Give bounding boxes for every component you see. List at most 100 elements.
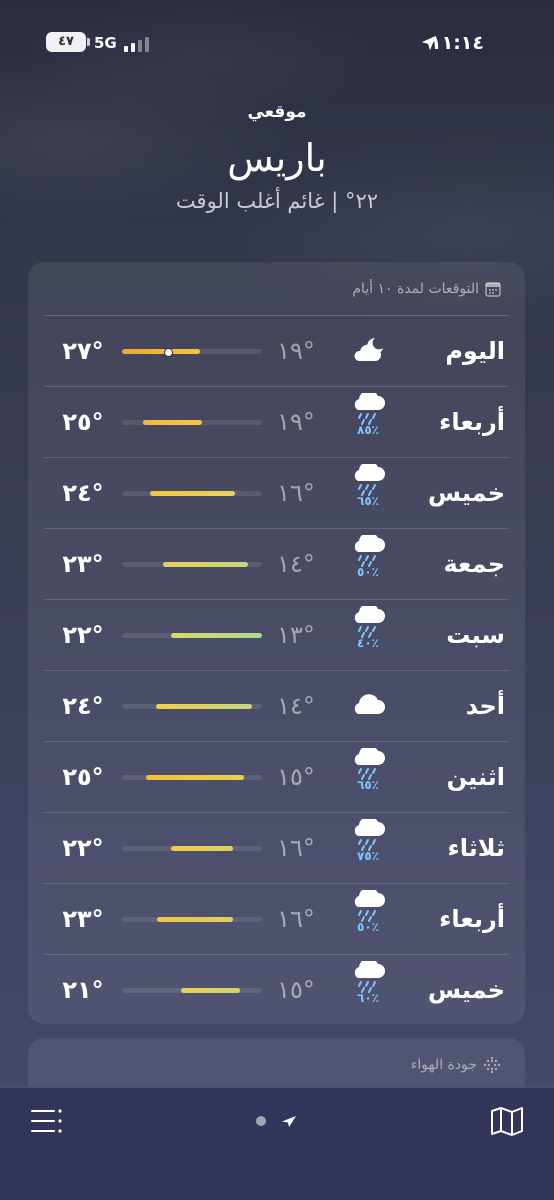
low-temp: ١٦° <box>277 905 315 933</box>
temperature-range-bar <box>122 917 262 922</box>
air-quality-icon <box>483 1056 501 1074</box>
air-quality-header: جودة الهواء <box>411 1050 501 1080</box>
high-temp: ٢٤° <box>62 692 104 720</box>
cloud-icon <box>346 691 390 749</box>
forecast-row[interactable]: أربعاء ٨٥٪ ١٩° ٢٥° <box>44 387 509 458</box>
high-temp: ٢٥° <box>62 763 104 791</box>
page-indicator[interactable] <box>254 1114 300 1128</box>
temperature-range-fill <box>162 562 248 567</box>
high-temp: ٢٧° <box>62 337 104 365</box>
high-temp: ٢١° <box>62 976 104 1004</box>
high-temp: ٢٢° <box>62 834 104 862</box>
precipitation-chance: ٦٠٪ <box>357 991 379 1005</box>
high-temp: ٢٣° <box>62 550 104 578</box>
forecast-day: جمعة <box>443 550 506 578</box>
forecast-rows: اليوم ١٩° ٢٧° أربعاء ٨٥٪ ١٩° ٢٥° خميس ٦٥٪ ١٦° ٢٤° ج… <box>28 316 525 1025</box>
temperature-range-bar <box>122 420 262 425</box>
temperature-range-bar <box>122 562 262 567</box>
low-temp: ١٥° <box>277 763 315 791</box>
temperature-range-bar <box>122 491 262 496</box>
temperature-range-fill <box>180 988 240 993</box>
temperature-range-fill <box>155 704 253 709</box>
temperature-range-bar <box>122 348 262 357</box>
forecast-day: ثلاثاء <box>447 834 505 862</box>
low-temp: ١٩° <box>277 408 315 436</box>
forecast-day: اليوم <box>445 337 505 365</box>
rain-cloud-icon: ٥٠٪ <box>346 890 390 948</box>
high-temp: ٢٤° <box>62 479 104 507</box>
status-bar: ٤٧ 5G ١١:١٤ <box>0 28 554 58</box>
temperature-range-fill <box>157 917 233 922</box>
forecast-row[interactable]: ثلاثاء ٧٥٪ ١٦° ٢٢° <box>44 813 509 884</box>
rain-cloud-icon: ٦٠٪ <box>346 961 390 1019</box>
signal-icon <box>124 36 158 52</box>
rain-cloud-icon: ٨٥٪ <box>346 393 390 451</box>
forecast-day: اثنين <box>446 763 505 791</box>
forecast-row[interactable]: جمعة ٥٠٪ ١٤° ٢٣° <box>44 529 509 600</box>
temperature-range-fill <box>150 491 236 496</box>
forecast-title: التوقعات لمدة ١٠ أيام <box>352 281 479 297</box>
forecast-day: خميس <box>427 976 505 1004</box>
rain-cloud-icon: ٦٥٪ <box>346 748 390 806</box>
low-temp: ١٣° <box>277 621 315 649</box>
forecast-row[interactable]: أربعاء ٥٠٪ ١٦° ٢٣° <box>44 884 509 955</box>
ten-day-forecast-card[interactable]: التوقعات لمدة ١٠ أيام اليوم ١٩° ٢٧° أربعاء ٨… <box>28 262 525 1024</box>
forecast-day: أربعاء <box>439 905 505 933</box>
temperature-range-bar <box>122 988 262 993</box>
forecast-day: سبت <box>446 621 505 649</box>
temperature-range-bar <box>122 704 262 709</box>
low-temp: ١٤° <box>277 550 315 578</box>
rain-cloud-icon: ٧٥٪ <box>346 819 390 877</box>
partly-cloudy-night-icon <box>346 336 390 394</box>
high-temp: ٢٥° <box>62 408 104 436</box>
temperature-range-fill <box>122 349 201 354</box>
current-conditions: ٢٢° | غائم أغلب الوقت <box>175 189 379 213</box>
current-temp-dot <box>164 348 174 357</box>
precipitation-chance: ٤٠٪ <box>357 636 379 650</box>
forecast-row[interactable]: أحد ١٤° ٢٤° <box>44 671 509 742</box>
rain-cloud-icon: ٤٠٪ <box>346 606 390 664</box>
location-label: موقعي <box>247 102 307 122</box>
precipitation-chance: ٦٥٪ <box>357 778 379 792</box>
forecast-day: أربعاء <box>439 408 505 436</box>
precipitation-chance: ٦٥٪ <box>357 494 379 508</box>
precipitation-chance: ٧٥٪ <box>357 849 379 863</box>
low-temp: ١٩° <box>277 337 315 365</box>
network-type: 5G <box>94 34 117 52</box>
battery-indicator: ٤٧ <box>46 32 90 52</box>
location-header: موقعي باريس ٢٢° | غائم أغلب الوقت <box>0 98 554 216</box>
rain-cloud-icon: ٦٥٪ <box>346 464 390 522</box>
temperature-range-bar <box>122 633 262 638</box>
list-icon[interactable] <box>30 1108 64 1134</box>
forecast-day: خميس <box>427 479 505 507</box>
forecast-day: أحد <box>465 692 505 720</box>
low-temp: ١٤° <box>277 692 315 720</box>
calendar-icon <box>485 282 501 297</box>
bottom-toolbar <box>0 1087 554 1200</box>
temperature-range-fill <box>171 633 262 638</box>
temperature-range-bar <box>122 846 262 851</box>
precipitation-chance: ٨٥٪ <box>357 423 379 437</box>
precipitation-chance: ٥٠٪ <box>357 920 379 934</box>
low-temp: ١٦° <box>277 834 315 862</box>
forecast-row[interactable]: سبت ٤٠٪ ١٣° ٢٢° <box>44 600 509 671</box>
clock: ١١:١٤ <box>430 32 484 54</box>
rain-cloud-icon: ٥٠٪ <box>346 535 390 593</box>
forecast-row[interactable]: اليوم ١٩° ٢٧° <box>44 316 509 387</box>
precipitation-chance: ٥٠٪ <box>357 565 379 579</box>
forecast-header: التوقعات لمدة ١٠ أيام <box>352 274 501 304</box>
city-name: باريس <box>227 136 327 180</box>
air-quality-title: جودة الهواء <box>410 1057 477 1073</box>
low-temp: ١٦° <box>277 479 315 507</box>
temperature-range-fill <box>145 775 244 780</box>
high-temp: ٢٢° <box>62 621 104 649</box>
temperature-range-fill <box>171 846 233 851</box>
map-icon[interactable] <box>490 1106 524 1136</box>
forecast-row[interactable]: خميس ٦٠٪ ١٥° ٢١° <box>44 955 509 1025</box>
temperature-range-bar <box>122 775 262 780</box>
forecast-row[interactable]: اثنين ٦٥٪ ١٥° ٢٥° <box>44 742 509 813</box>
high-temp: ٢٣° <box>62 905 104 933</box>
temperature-range-fill <box>143 420 202 425</box>
forecast-row[interactable]: خميس ٦٥٪ ١٦° ٢٤° <box>44 458 509 529</box>
low-temp: ١٥° <box>277 976 315 1004</box>
